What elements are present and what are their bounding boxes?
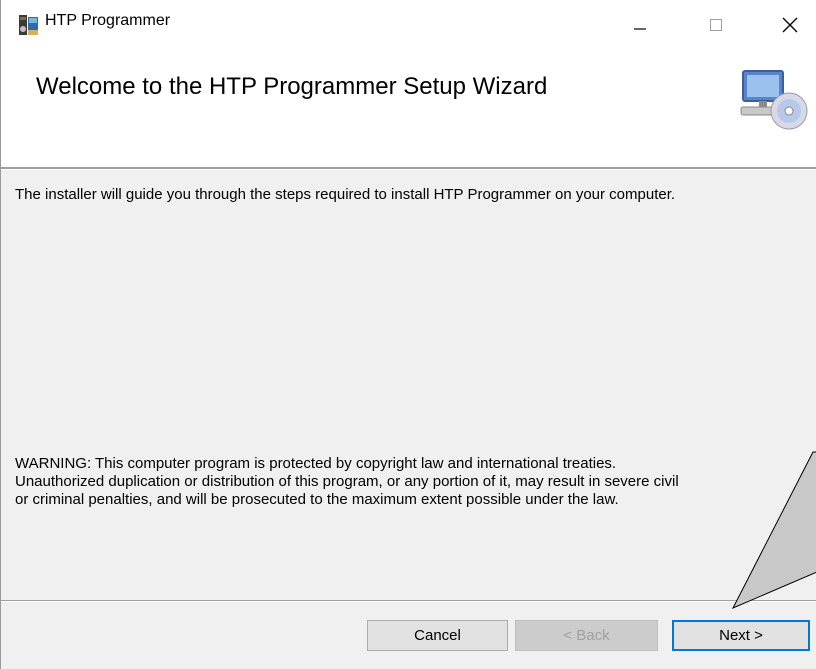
next-button[interactable]: Next > (672, 620, 810, 651)
close-icon (782, 17, 798, 33)
intro-text: The installer will guide you through the… (15, 186, 676, 203)
close-button[interactable] (767, 0, 813, 50)
cancel-button[interactable]: Cancel (367, 620, 508, 651)
maximize-icon (710, 19, 722, 31)
header-divider (1, 167, 816, 170)
computer-cd-icon (740, 70, 808, 130)
copyright-warning: WARNING: This computer program is protec… (15, 455, 795, 509)
installer-app-icon (19, 15, 38, 35)
window-title: HTP Programmer (45, 12, 171, 29)
warning-line: Unauthorized duplication or distribution… (15, 473, 679, 490)
installer-window: HTP Programmer Welcome to the HTP Progra… (0, 0, 816, 669)
warning-line: WARNING: This computer program is protec… (15, 455, 617, 472)
minimize-icon (634, 28, 646, 30)
title-bar[interactable]: HTP Programmer (1, 0, 816, 50)
page-title: Welcome to the HTP Programmer Setup Wiza… (36, 73, 548, 100)
back-button[interactable]: < Back (515, 620, 658, 651)
maximize-button[interactable] (693, 0, 739, 50)
minimize-button[interactable] (617, 0, 663, 50)
footer-divider (1, 600, 816, 602)
warning-line: or criminal penalties, and will be prose… (15, 491, 619, 508)
wizard-header: Welcome to the HTP Programmer Setup Wiza… (1, 50, 816, 167)
